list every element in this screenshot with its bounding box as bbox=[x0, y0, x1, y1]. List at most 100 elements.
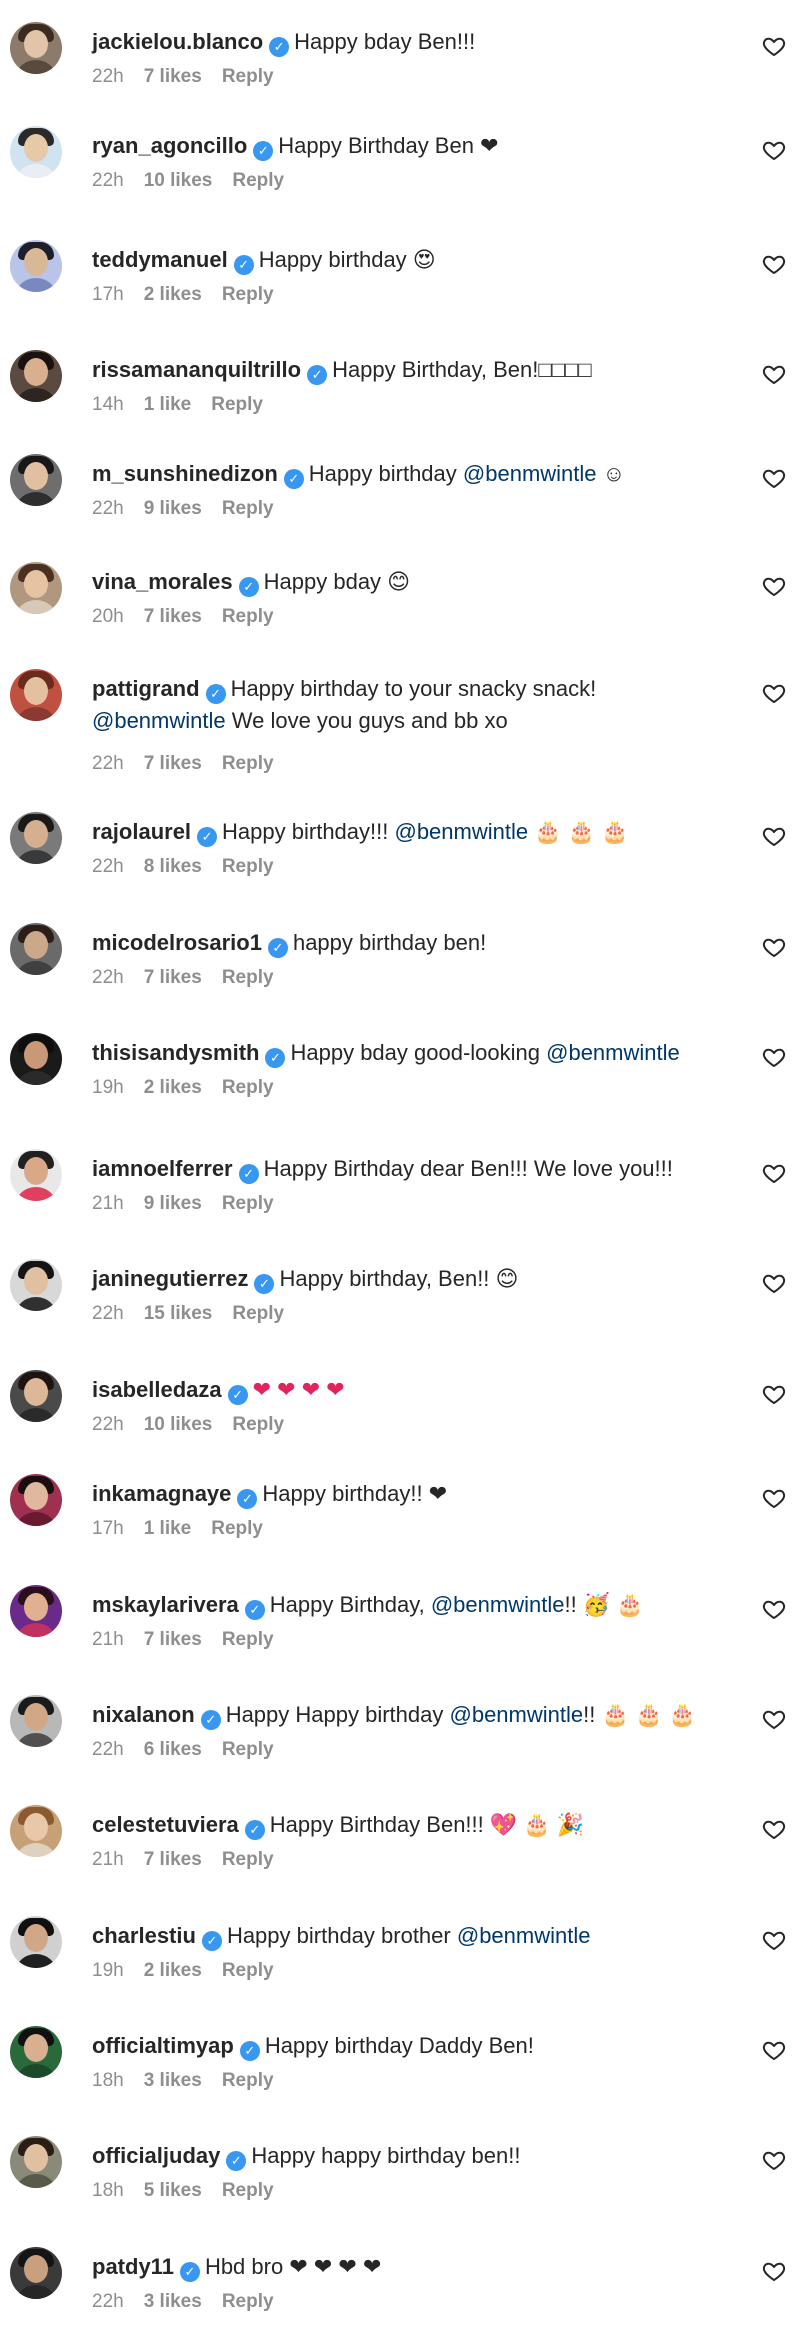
reply-button[interactable]: Reply bbox=[211, 394, 263, 415]
reply-button[interactable]: Reply bbox=[222, 1629, 274, 1650]
reply-button[interactable]: Reply bbox=[222, 753, 274, 774]
like-heart-icon[interactable] bbox=[762, 1161, 786, 1185]
reply-button[interactable]: Reply bbox=[222, 856, 274, 877]
likes-count[interactable]: 3 likes bbox=[144, 2070, 202, 2091]
mention-link[interactable]: @benmwintle bbox=[457, 1923, 591, 1948]
likes-count[interactable]: 2 likes bbox=[144, 1077, 202, 1098]
username-link[interactable]: inkamagnaye bbox=[92, 1481, 231, 1506]
reply-button[interactable]: Reply bbox=[211, 1518, 263, 1539]
username-link[interactable]: rajolaurel bbox=[92, 819, 191, 844]
likes-count[interactable]: 9 likes bbox=[144, 1193, 202, 1214]
likes-count[interactable]: 5 likes bbox=[144, 2180, 202, 2201]
likes-count[interactable]: 7 likes bbox=[144, 606, 202, 627]
like-heart-icon[interactable] bbox=[762, 1707, 786, 1731]
reply-button[interactable]: Reply bbox=[222, 2291, 274, 2312]
likes-count[interactable]: 8 likes bbox=[144, 856, 202, 877]
username-link[interactable]: m_sunshinedizon bbox=[92, 461, 278, 486]
username-link[interactable]: officialtimyap bbox=[92, 2033, 234, 2058]
likes-count[interactable]: 2 likes bbox=[144, 284, 202, 305]
like-heart-icon[interactable] bbox=[762, 466, 786, 490]
username-link[interactable]: patdy11 bbox=[92, 2254, 174, 2279]
reply-button[interactable]: Reply bbox=[222, 1077, 274, 1098]
avatar[interactable] bbox=[10, 2136, 62, 2188]
like-heart-icon[interactable] bbox=[762, 1382, 786, 1406]
like-heart-icon[interactable] bbox=[762, 252, 786, 276]
avatar[interactable] bbox=[10, 1474, 62, 1526]
mention-link[interactable]: @benmwintle bbox=[431, 1592, 565, 1617]
username-link[interactable]: iamnoelferrer bbox=[92, 1156, 233, 1181]
avatar[interactable] bbox=[10, 1695, 62, 1747]
username-link[interactable]: officialjuday bbox=[92, 2143, 220, 2168]
like-heart-icon[interactable] bbox=[762, 1928, 786, 1952]
likes-count[interactable]: 15 likes bbox=[144, 1303, 213, 1324]
like-heart-icon[interactable] bbox=[762, 1597, 786, 1621]
like-heart-icon[interactable] bbox=[762, 1045, 786, 1069]
mention-link[interactable]: @benmwintle bbox=[394, 819, 528, 844]
avatar[interactable] bbox=[10, 2247, 62, 2299]
avatar[interactable] bbox=[10, 1585, 62, 1637]
avatar[interactable] bbox=[10, 669, 62, 721]
reply-button[interactable]: Reply bbox=[222, 498, 274, 519]
reply-button[interactable]: Reply bbox=[222, 284, 274, 305]
reply-button[interactable]: Reply bbox=[232, 170, 284, 191]
likes-count[interactable]: 10 likes bbox=[144, 170, 213, 191]
like-heart-icon[interactable] bbox=[762, 2259, 786, 2283]
reply-button[interactable]: Reply bbox=[222, 1849, 274, 1870]
likes-count[interactable]: 9 likes bbox=[144, 498, 202, 519]
like-heart-icon[interactable] bbox=[762, 1486, 786, 1510]
like-heart-icon[interactable] bbox=[762, 2148, 786, 2172]
reply-button[interactable]: Reply bbox=[222, 1960, 274, 1981]
reply-button[interactable]: Reply bbox=[222, 66, 274, 87]
reply-button[interactable]: Reply bbox=[222, 2070, 274, 2091]
avatar[interactable] bbox=[10, 923, 62, 975]
avatar[interactable] bbox=[10, 350, 62, 402]
likes-count[interactable]: 7 likes bbox=[144, 753, 202, 774]
username-link[interactable]: charlestiu bbox=[92, 1923, 196, 1948]
reply-button[interactable]: Reply bbox=[232, 1303, 284, 1324]
username-link[interactable]: micodelrosario1 bbox=[92, 930, 262, 955]
like-heart-icon[interactable] bbox=[762, 681, 786, 705]
username-link[interactable]: pattigrand bbox=[92, 676, 200, 701]
reply-button[interactable]: Reply bbox=[222, 1739, 274, 1760]
like-heart-icon[interactable] bbox=[762, 34, 786, 58]
username-link[interactable]: jackielou.blanco bbox=[92, 29, 263, 54]
avatar[interactable] bbox=[10, 812, 62, 864]
username-link[interactable]: nixalanon bbox=[92, 1702, 195, 1727]
reply-button[interactable]: Reply bbox=[222, 1193, 274, 1214]
likes-count[interactable]: 7 likes bbox=[144, 967, 202, 988]
mention-link[interactable]: @benmwintle bbox=[92, 708, 226, 733]
reply-button[interactable]: Reply bbox=[222, 2180, 274, 2201]
like-heart-icon[interactable] bbox=[762, 362, 786, 386]
avatar[interactable] bbox=[10, 1259, 62, 1311]
username-link[interactable]: vina_morales bbox=[92, 569, 233, 594]
like-heart-icon[interactable] bbox=[762, 1271, 786, 1295]
username-link[interactable]: isabelledaza bbox=[92, 1377, 222, 1402]
mention-link[interactable]: @benmwintle bbox=[450, 1702, 584, 1727]
avatar[interactable] bbox=[10, 22, 62, 74]
likes-count[interactable]: 1 like bbox=[144, 394, 192, 415]
likes-count[interactable]: 7 likes bbox=[144, 1849, 202, 1870]
username-link[interactable]: mskaylarivera bbox=[92, 1592, 239, 1617]
avatar[interactable] bbox=[10, 1370, 62, 1422]
username-link[interactable]: ryan_agoncillo bbox=[92, 133, 247, 158]
like-heart-icon[interactable] bbox=[762, 2038, 786, 2062]
reply-button[interactable]: Reply bbox=[222, 967, 274, 988]
avatar[interactable] bbox=[10, 1033, 62, 1085]
likes-count[interactable]: 1 like bbox=[144, 1518, 192, 1539]
avatar[interactable] bbox=[10, 1149, 62, 1201]
avatar[interactable] bbox=[10, 240, 62, 292]
likes-count[interactable]: 2 likes bbox=[144, 1960, 202, 1981]
username-link[interactable]: thisisandysmith bbox=[92, 1040, 259, 1065]
avatar[interactable] bbox=[10, 562, 62, 614]
like-heart-icon[interactable] bbox=[762, 1817, 786, 1841]
username-link[interactable]: celestetuviera bbox=[92, 1812, 239, 1837]
like-heart-icon[interactable] bbox=[762, 574, 786, 598]
likes-count[interactable]: 7 likes bbox=[144, 66, 202, 87]
like-heart-icon[interactable] bbox=[762, 138, 786, 162]
username-link[interactable]: rissamananquiltrillo bbox=[92, 357, 301, 382]
mention-link[interactable]: @benmwintle bbox=[463, 461, 597, 486]
avatar[interactable] bbox=[10, 454, 62, 506]
like-heart-icon[interactable] bbox=[762, 935, 786, 959]
avatar[interactable] bbox=[10, 126, 62, 178]
reply-button[interactable]: Reply bbox=[232, 1414, 284, 1435]
